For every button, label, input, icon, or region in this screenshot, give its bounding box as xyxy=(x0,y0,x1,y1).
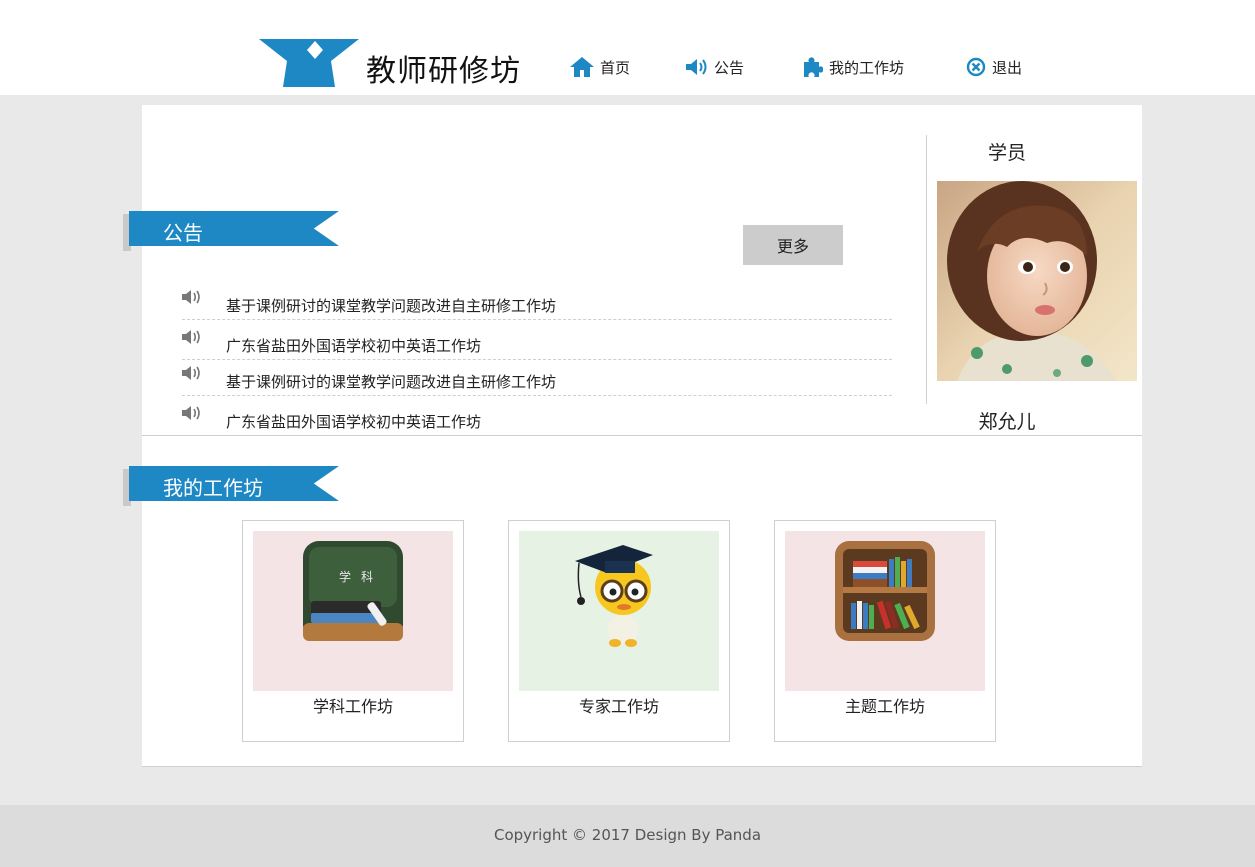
nav-home-label: 首页 xyxy=(600,58,631,77)
close-circle-icon xyxy=(966,57,986,77)
workshop-card-theme[interactable]: 主题工作坊 xyxy=(774,520,996,742)
avatar xyxy=(937,181,1137,381)
chalkboard-icon: 学 科 xyxy=(303,541,403,641)
workshop-section-heading: 我的工作坊 xyxy=(123,466,339,506)
puzzle-icon xyxy=(804,57,823,77)
more-button[interactable]: 更多 xyxy=(743,225,843,265)
site-footer: Copyright © 2017 Design By Panda xyxy=(0,805,1255,867)
bookshelf-icon xyxy=(835,541,935,641)
notice-item[interactable]: 基于课例研讨的课堂教学问题改进自主研修工作坊 xyxy=(182,284,892,320)
logo-icon xyxy=(259,39,359,87)
notice-section-heading: 公告 xyxy=(123,211,339,251)
graduate-mascot-icon xyxy=(575,545,653,647)
nav-home[interactable]: 首页 xyxy=(570,54,630,80)
nav-logout[interactable]: 退出 xyxy=(966,54,1022,80)
speaker-icon xyxy=(182,366,200,380)
notice-heading-label: 公告 xyxy=(163,221,203,245)
workshop-heading-label: 我的工作坊 xyxy=(163,476,263,500)
workshop-card-subject[interactable]: 学 科 学科工作坊 xyxy=(242,520,464,742)
card-caption: 学科工作坊 xyxy=(312,697,393,716)
notice-item-title[interactable]: 广东省盐田外国语学校初中英语工作坊 xyxy=(226,335,481,356)
nav-my-workshop[interactable]: 我的工作坊 xyxy=(801,54,904,80)
speaker-icon xyxy=(182,406,200,420)
home-icon xyxy=(570,57,594,77)
speaker-icon xyxy=(686,59,707,75)
nav-my-workshop-label: 我的工作坊 xyxy=(829,58,905,77)
user-name: 郑允儿 xyxy=(978,411,1036,433)
card-thumbnail: 学 科 xyxy=(253,531,453,691)
copyright-text: Copyright © 2017 Design By Panda xyxy=(493,826,762,844)
chalkboard-text-2: 科 xyxy=(361,570,373,584)
chalkboard-text-1: 学 xyxy=(339,569,351,584)
site-header: 教师研修坊 首页 公告 我的工作坊 退出 xyxy=(0,0,1255,95)
profile-divider xyxy=(926,135,927,404)
card-thumbnail xyxy=(519,531,719,691)
user-role: 学员 xyxy=(987,142,1026,164)
notice-item-title[interactable]: 基于课例研讨的课堂教学问题改进自主研修工作坊 xyxy=(226,371,556,392)
card-caption: 主题工作坊 xyxy=(844,697,925,716)
notice-item-title[interactable]: 基于课例研讨的课堂教学问题改进自主研修工作坊 xyxy=(226,295,556,316)
nav-notice-label: 公告 xyxy=(714,58,745,77)
card-thumbnail xyxy=(785,531,985,691)
workshop-card-expert[interactable]: 专家工作坊 xyxy=(508,520,730,742)
notice-item-title[interactable]: 广东省盐田外国语学校初中英语工作坊 xyxy=(226,411,481,432)
notice-item[interactable]: 广东省盐田外国语学校初中英语工作坊 xyxy=(182,400,892,436)
panel-bottom-border xyxy=(142,766,1142,767)
notice-item[interactable]: 广东省盐田外国语学校初中英语工作坊 xyxy=(182,324,892,360)
nav-notice[interactable]: 公告 xyxy=(686,54,744,80)
site-title: 教师研修坊 xyxy=(366,54,521,89)
avatar-photo xyxy=(937,181,1137,381)
notice-item[interactable]: 基于课例研讨的课堂教学问题改进自主研修工作坊 xyxy=(182,360,892,396)
speaker-icon xyxy=(182,330,200,344)
speaker-icon xyxy=(182,290,200,304)
nav-logout-label: 退出 xyxy=(992,58,1023,77)
card-caption: 专家工作坊 xyxy=(578,697,659,716)
